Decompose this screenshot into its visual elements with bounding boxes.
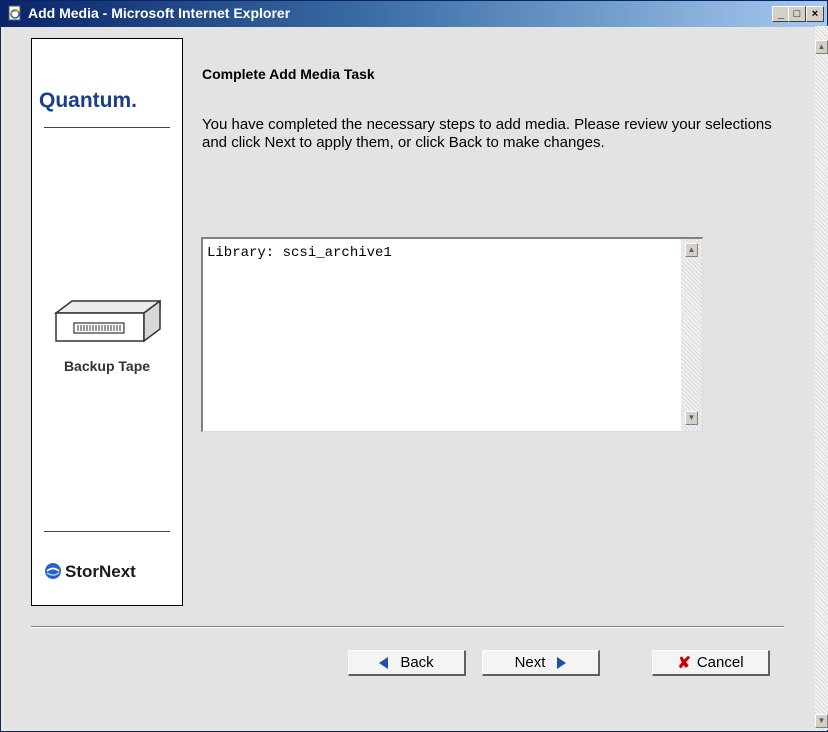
cancel-button[interactable]: ✘ Cancel <box>652 650 770 676</box>
stornext-logo-icon <box>45 563 61 579</box>
quantum-logo: Quantum. <box>39 89 137 112</box>
window-title: Add Media - Microsoft Internet Explorer <box>28 5 291 21</box>
close-button[interactable]: × <box>806 6 824 22</box>
arrow-right-icon <box>557 656 567 669</box>
x-icon: ✘ <box>677 654 691 672</box>
stornext-logo: StorNext <box>44 562 136 582</box>
back-button[interactable]: Back <box>348 650 466 676</box>
next-button[interactable]: Next <box>482 650 600 676</box>
brand-divider-bottom <box>44 531 170 532</box>
scroll-up-arrow-icon[interactable]: ▲ <box>815 40 828 54</box>
media-type-label: Backup Tape <box>63 358 151 374</box>
summary-scrollbar[interactable]: ▲ ▼ <box>681 239 702 431</box>
title-bar[interactable]: Add Media - Microsoft Internet Explorer … <box>1 1 827 27</box>
cancel-button-label: Cancel <box>696 654 744 671</box>
page-title: Complete Add Media Task <box>202 66 375 82</box>
page-scrollbar[interactable]: ▲ ▼ <box>815 26 828 730</box>
stornext-text: StorNext <box>65 562 136 581</box>
arrow-left-icon <box>379 656 389 669</box>
footer-divider <box>31 626 784 628</box>
summary-textarea[interactable]: Library: scsi_archive1 ▲ ▼ <box>201 237 703 432</box>
scroll-down-arrow-icon[interactable]: ▼ <box>815 714 828 728</box>
summary-scroll-down-icon[interactable]: ▼ <box>685 411 698 425</box>
next-button-label: Next <box>514 654 546 671</box>
brand-divider-top <box>44 127 170 128</box>
summary-scroll-up-icon[interactable]: ▲ <box>685 243 698 257</box>
instructions-text: You have completed the necessary steps t… <box>202 116 772 151</box>
branding-panel: Quantum. Backup Tape StorNext <box>31 38 183 606</box>
ie-page-icon <box>8 5 21 21</box>
summary-text: Library: scsi_archive1 <box>207 245 392 261</box>
back-button-label: Back <box>400 654 434 671</box>
maximize-button[interactable]: □ <box>788 6 806 22</box>
tape-drive-icon <box>53 299 161 343</box>
